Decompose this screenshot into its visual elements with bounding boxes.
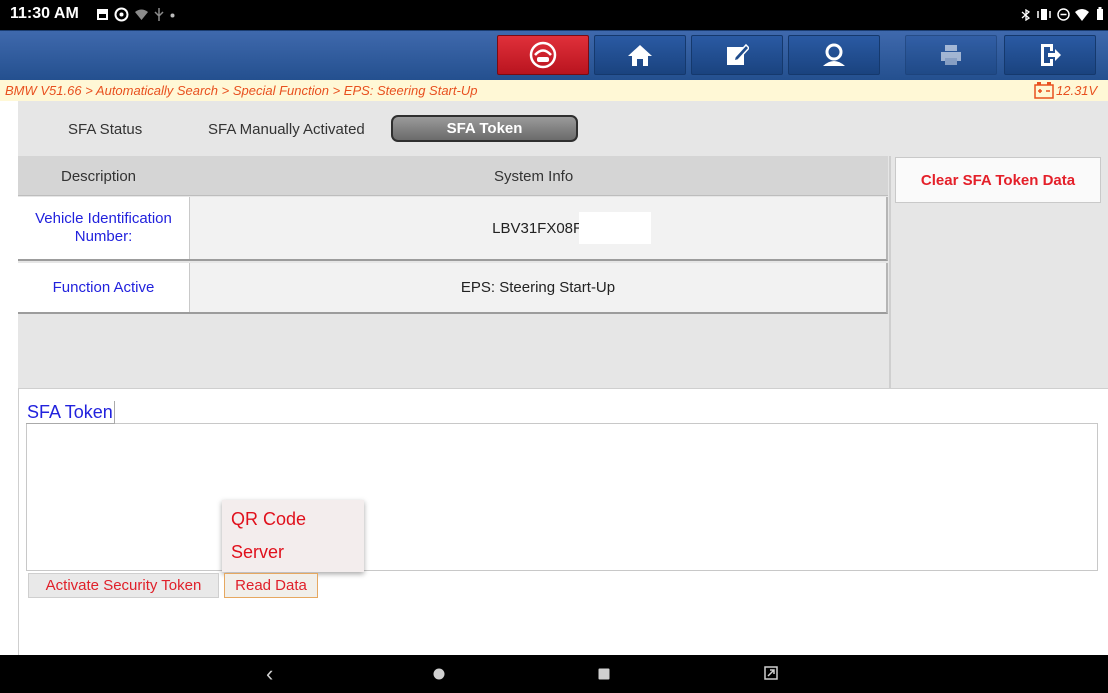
divider: [889, 156, 891, 388]
screenshot-icon[interactable]: [764, 666, 778, 680]
gear-icon: [114, 7, 129, 22]
edit-button[interactable]: [691, 35, 783, 75]
tab-sfa-token[interactable]: SFA Token: [391, 115, 578, 142]
table-header: [18, 156, 888, 196]
recents-icon[interactable]: [598, 668, 610, 680]
gallery-icon: [97, 9, 108, 20]
status-bar: [0, 0, 1108, 30]
table-row: Function Active EPS: Steering Start-Up: [18, 263, 888, 314]
token-section-title: SFA Token: [26, 401, 115, 424]
function-active-label: Function Active: [18, 263, 190, 312]
exit-button[interactable]: [1004, 35, 1096, 75]
back-icon[interactable]: ‹: [266, 661, 273, 687]
wifi-icon: [135, 9, 148, 20]
edit-icon: [727, 43, 749, 65]
usb-icon: [154, 8, 164, 21]
vin-value: LBV31FX08R: [492, 219, 584, 237]
print-icon: [941, 45, 961, 65]
exit-icon: [1041, 44, 1061, 66]
battery-voltage: 12.31V: [1056, 83, 1098, 98]
dashboard-icon: [529, 41, 557, 69]
activate-security-token-button[interactable]: Activate Security Token: [28, 573, 219, 598]
home-button[interactable]: [594, 35, 686, 75]
dot-icon: [170, 13, 175, 18]
battery-icon: [1097, 7, 1103, 20]
bluetooth-icon: [1021, 9, 1031, 21]
navigation-bar: [0, 655, 1108, 693]
menu-item-server[interactable]: Server: [231, 542, 284, 563]
menu-item-qr-code[interactable]: QR Code: [231, 509, 306, 530]
status-time: 11:30 AM: [10, 5, 79, 22]
user-icon: [823, 43, 845, 66]
tab-sfa-manually-activated[interactable]: SFA Manually Activated: [208, 121, 365, 138]
print-button[interactable]: [905, 35, 997, 75]
vibrate-icon: [1037, 9, 1051, 20]
home-icon[interactable]: [433, 668, 445, 680]
breadcrumb: BMW V51.66 > Automatically Search > Spec…: [5, 83, 478, 98]
read-data-button[interactable]: Read Data: [224, 573, 318, 598]
column-header-description: Description: [61, 168, 137, 185]
vin-label: Vehicle Identification Number:: [18, 197, 190, 259]
wifi-icon: [1075, 9, 1089, 21]
dashboard-button[interactable]: [497, 35, 589, 75]
home-icon: [628, 45, 652, 66]
minus-circle-icon: [1057, 8, 1070, 21]
user-button[interactable]: [788, 35, 880, 75]
clear-sfa-token-data-button[interactable]: Clear SFA Token Data: [895, 157, 1101, 203]
car-battery-icon: [1034, 82, 1054, 99]
table-row: Vehicle Identification Number: LBV31FX08…: [18, 197, 888, 261]
column-header-system-info: System Info: [494, 168, 574, 185]
function-active-value: EPS: Steering Start-Up: [460, 279, 616, 296]
tab-sfa-status[interactable]: SFA Status: [68, 121, 142, 138]
token-textbox[interactable]: [26, 423, 1098, 571]
vin-redaction: [579, 212, 651, 244]
